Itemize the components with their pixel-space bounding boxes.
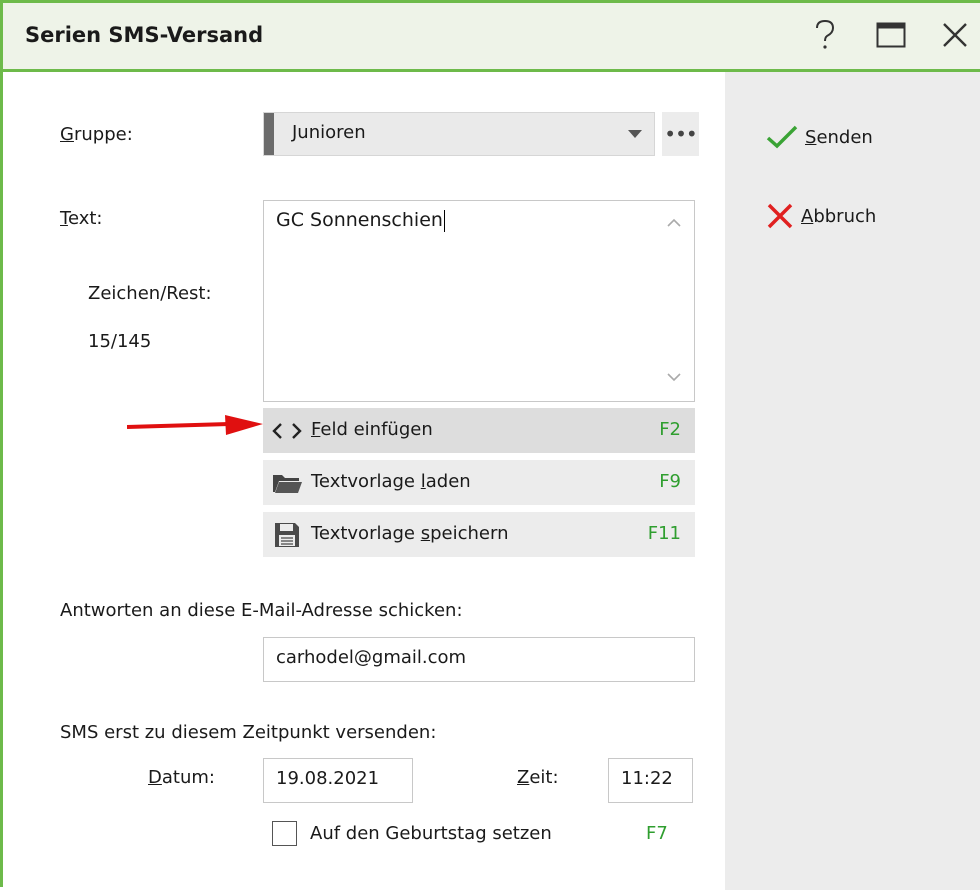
scroll-down-icon[interactable] (664, 371, 684, 391)
group-label: Gruppe: (60, 124, 133, 145)
char-counter-value: 15/145 (88, 331, 152, 352)
send-button[interactable]: Senden (765, 124, 873, 150)
reply-email-field[interactable]: carhodel@gmail.com (263, 637, 695, 682)
close-icon (943, 23, 967, 47)
insert-field-label: Feld einfügen (311, 419, 433, 440)
load-template-button[interactable]: Textvorlage laden F9 (263, 460, 695, 505)
chevron-down-icon (628, 130, 642, 138)
insert-field-shortcut: F2 (659, 419, 681, 440)
window-title: Serien SMS-Versand (25, 23, 264, 47)
group-color-marker (264, 113, 274, 155)
help-button[interactable] (803, 11, 847, 59)
ellipsis-icon: ••• (664, 122, 697, 146)
char-counter-label: Zeichen/Rest: (88, 283, 212, 304)
maximize-button[interactable] (869, 11, 913, 59)
sms-text-area[interactable]: GC Sonnenschien (263, 200, 695, 402)
help-icon (816, 19, 835, 49)
sms-text-content: GC Sonnenschien (276, 209, 445, 232)
save-template-button[interactable]: Textvorlage speichern F11 (263, 512, 695, 557)
annotation-arrow-icon (127, 415, 263, 435)
birthday-shortcut: F7 (646, 823, 668, 844)
reply-email-label: Antworten an diese E-Mail-Adresse schick… (60, 600, 463, 621)
group-more-button[interactable]: ••• (662, 112, 699, 156)
maximize-icon (876, 22, 906, 48)
group-select-value: Junioren (292, 122, 366, 143)
cancel-button[interactable]: Abbruch (765, 202, 876, 230)
send-label: Senden (805, 126, 873, 148)
cancel-label: Abbruch (801, 205, 877, 227)
scroll-up-icon[interactable] (664, 215, 684, 235)
title-bar: Serien SMS-Versand (3, 3, 980, 72)
folder-icon (273, 475, 302, 493)
birthday-checkbox-label[interactable]: Auf den Geburtstag setzen (310, 823, 552, 844)
insert-field-button[interactable]: Feld einfügen F2 (263, 408, 695, 453)
checkmark-icon (766, 125, 798, 149)
load-template-label: Textvorlage laden (311, 471, 471, 492)
time-label: Zeit: (517, 767, 559, 788)
date-field[interactable]: 19.08.2021 (263, 758, 413, 803)
x-icon (767, 203, 793, 229)
save-template-shortcut: F11 (647, 523, 681, 544)
sms-dialog-window: Serien SMS-Versand Senden Abbruch Gruppe… (0, 0, 980, 890)
load-template-shortcut: F9 (659, 471, 681, 492)
time-field[interactable]: 11:22 (608, 758, 693, 803)
save-template-label: Textvorlage speichern (311, 523, 509, 544)
code-brackets-icon (272, 423, 302, 439)
action-sidebar: Senden Abbruch (725, 72, 980, 890)
group-select[interactable]: Junioren (263, 112, 655, 156)
text-label: Text: (60, 208, 103, 229)
schedule-label: SMS erst zu diesem Zeitpunkt versenden: (60, 722, 437, 743)
date-label: Datum: (148, 767, 215, 788)
close-button[interactable] (933, 11, 977, 59)
save-icon (275, 523, 299, 547)
birthday-checkbox[interactable] (272, 821, 297, 846)
